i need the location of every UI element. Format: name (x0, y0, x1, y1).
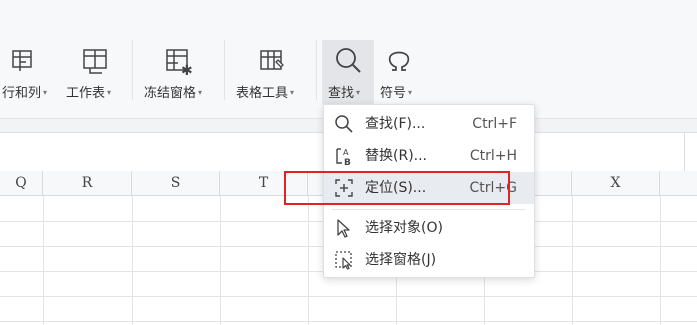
dropdown-arrow-icon: ▾ (43, 88, 48, 97)
rows-columns-button[interactable]: 行和列 ▾ (0, 40, 52, 104)
menu-separator (332, 209, 526, 210)
ribbon-divider (224, 40, 225, 100)
highlight-box (284, 171, 510, 205)
find-button[interactable]: 查找 ▾ (322, 40, 374, 104)
rows-columns-label: 行和列 (2, 86, 42, 101)
table-tools-icon (260, 50, 284, 70)
worksheet-label: 工作表 (66, 86, 106, 101)
column-header-q[interactable]: Q (0, 171, 43, 195)
menu-item-label: 选择对象(O) (365, 220, 443, 236)
symbol-label: 符号 (380, 86, 407, 101)
menu-item-label: 选择窗格(J) (365, 252, 437, 268)
ribbon-divider (132, 40, 133, 100)
dropdown-arrow-icon: ▾ (356, 88, 361, 97)
dropdown-arrow-icon: ▾ (290, 88, 295, 97)
ribbon-toolbar: 行和列 ▾ 工作表 ▾ ✱ 冻结窗格 ▾ 表格工具 ▾ 查找 ▾ 符号 ▾ (0, 0, 697, 118)
freeze-panes-icon: ✱ (166, 49, 193, 76)
omega-symbol-icon (388, 51, 410, 71)
find-label: 查找 (328, 86, 355, 101)
selection-pane-icon (335, 251, 352, 270)
dropdown-arrow-icon: ▾ (408, 88, 413, 97)
svg-text:A: A (343, 148, 349, 157)
table-tools-button[interactable]: 表格工具 ▾ (234, 40, 310, 104)
menu-item-shortcut: Ctrl+H (469, 148, 517, 164)
worksheet-button[interactable]: 工作表 ▾ (64, 40, 126, 104)
menu-item-label: 查找(F)... (365, 116, 426, 132)
svg-text:B: B (344, 158, 351, 166)
menu-item-find[interactable]: 查找(F)... Ctrl+F (324, 108, 534, 140)
formula-bar-edge (684, 133, 697, 171)
search-icon (335, 115, 353, 133)
worksheet-icon (83, 49, 107, 74)
freeze-panes-label: 冻结窗格 (144, 86, 197, 101)
menu-item-label: 替换(R)... (365, 148, 428, 164)
freeze-panes-button[interactable]: ✱ 冻结窗格 ▾ (142, 40, 218, 104)
find-icon (336, 48, 361, 73)
dropdown-arrow-icon: ▾ (107, 88, 112, 97)
menu-item-selection-pane[interactable]: 选择窗格(J) (324, 244, 534, 276)
column-header-s[interactable]: S (132, 171, 220, 195)
menu-item-shortcut: Ctrl+F (472, 116, 517, 132)
menu-item-replace[interactable]: A B 替换(R)... Ctrl+H (324, 140, 534, 172)
column-header-x[interactable]: X (572, 171, 660, 195)
menu-item-select-object[interactable]: 选择对象(O) (324, 212, 534, 244)
column-header-r[interactable]: R (43, 171, 132, 195)
table-tools-label: 表格工具 (236, 86, 289, 101)
rows-columns-icon (12, 50, 32, 71)
replace-icon: A B (336, 148, 351, 166)
column-header-y[interactable] (660, 171, 697, 195)
svg-text:✱: ✱ (181, 63, 193, 76)
dropdown-arrow-icon: ▾ (198, 88, 203, 97)
ribbon-divider (316, 40, 317, 100)
symbol-button[interactable]: 符号 ▾ (376, 40, 424, 104)
select-object-cursor-icon (337, 219, 350, 238)
